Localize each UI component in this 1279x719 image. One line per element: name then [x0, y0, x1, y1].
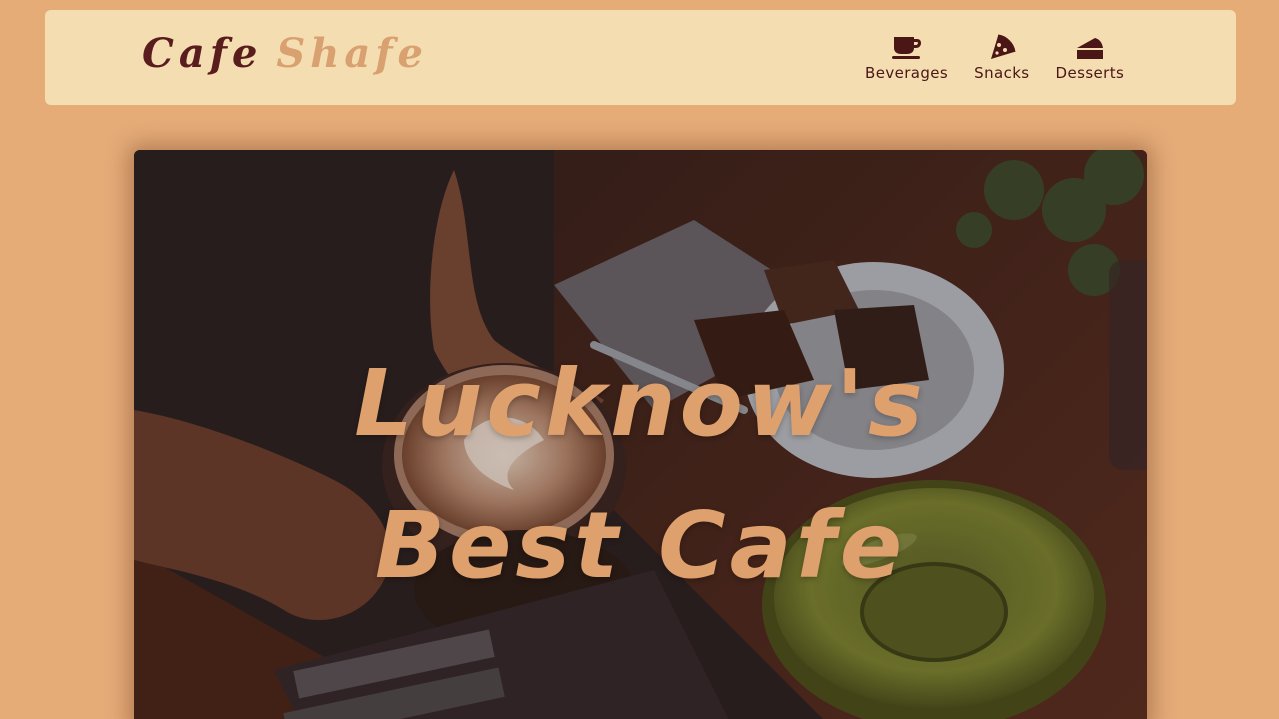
- pizza-slice-icon: [986, 34, 1018, 60]
- nav-item-beverages[interactable]: Beverages: [865, 34, 948, 82]
- hero-banner: Lucknow's Best Cafe: [134, 150, 1147, 719]
- nav-item-desserts[interactable]: Desserts: [1056, 34, 1125, 82]
- hero-title-line-2: Best Cafe: [374, 492, 907, 599]
- nav-label-desserts: Desserts: [1055, 63, 1125, 82]
- hero-title: Lucknow's Best Cafe: [134, 333, 1147, 617]
- nav-label-snacks: Snacks: [974, 63, 1030, 82]
- logo-text-cafe: Cafe: [142, 30, 263, 77]
- nav-item-snacks[interactable]: Snacks: [974, 34, 1029, 82]
- nav-label-beverages: Beverages: [865, 63, 949, 82]
- hero-title-line-1: Lucknow's: [354, 350, 927, 457]
- nav-menu: Beverages Snacks Desserts: [865, 10, 1124, 105]
- logo-text-shafe: Shafe: [276, 30, 428, 77]
- navbar: Cafe Shafe Beverages Snacks Desserts: [45, 10, 1236, 105]
- brand-logo[interactable]: Cafe Shafe: [142, 24, 428, 84]
- cake-slice-icon: [1074, 34, 1106, 60]
- coffee-cup-icon: [891, 34, 923, 60]
